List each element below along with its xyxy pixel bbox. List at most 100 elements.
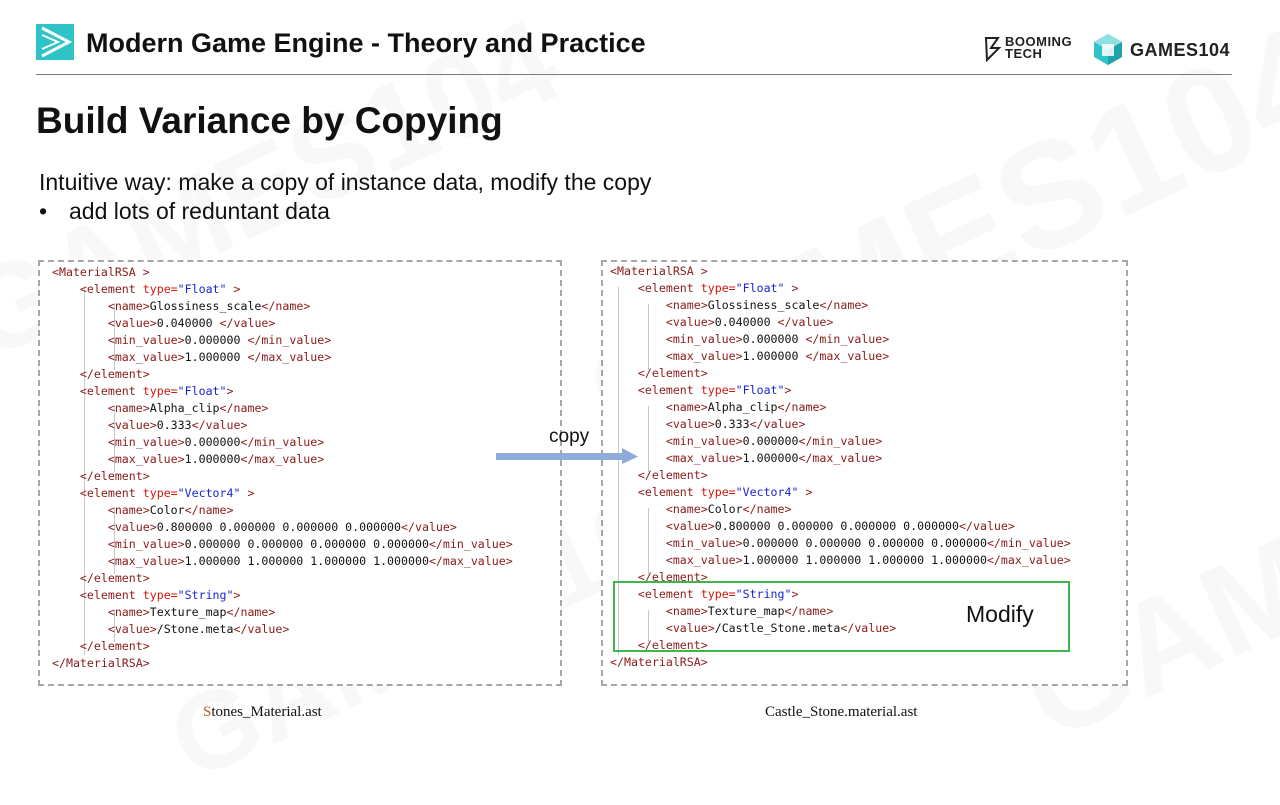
code-token: "Float"	[177, 384, 227, 398]
code-token: Texture_map	[149, 605, 227, 619]
code-token: </min_value>	[240, 435, 325, 449]
code-token: </max_value>	[798, 451, 883, 465]
code-line: </element>	[52, 468, 513, 485]
code-token: </element>	[79, 367, 150, 381]
code-token: Glossiness_scale	[707, 298, 820, 312]
code-line: <min_value>0.000000 </min_value>	[52, 332, 513, 349]
code-token: <MaterialRSA >	[52, 265, 150, 279]
code-line: <max_value>1.000000</max_value>	[52, 451, 513, 468]
code-token: type=	[142, 588, 178, 602]
code-token: >	[784, 383, 792, 397]
bullet-text: add lots of reduntant data	[69, 198, 330, 224]
code-token: <max_value>	[107, 452, 185, 466]
code-token: </value>	[233, 622, 290, 636]
code-token: 0.333	[156, 418, 192, 432]
code-token: </element>	[637, 468, 708, 482]
course-title: Modern Game Engine - Theory and Practice	[86, 28, 646, 58]
code-token: 0.000000 0.000000 0.000000 0.000000	[742, 536, 987, 550]
booming-b-icon	[984, 37, 1002, 62]
code-line: <name>Color</name>	[52, 502, 513, 519]
code-token: <value>	[107, 316, 157, 330]
code-token: </value>	[959, 519, 1015, 533]
code-token: <name>	[107, 503, 150, 517]
code-token: </min_value>	[986, 536, 1071, 550]
code-line: <name>Alpha_clip</name>	[52, 400, 513, 417]
code-token: </max_value>	[428, 554, 513, 568]
code-line: <value>0.800000 0.000000 0.000000 0.0000…	[610, 518, 1071, 535]
code-token: </name>	[219, 401, 269, 415]
code-token: <element	[79, 384, 143, 398]
code-token: </name>	[261, 299, 311, 313]
code-token: </min_value>	[247, 333, 332, 347]
code-token: 0.800000 0.000000 0.000000 0.000000	[156, 520, 402, 534]
code-token: <max_value>	[107, 554, 185, 568]
code-line: </element>	[610, 467, 1071, 484]
code-token: </element>	[79, 571, 150, 585]
code-token: </max_value>	[247, 350, 332, 364]
code-line: <min_value>0.000000</min_value>	[610, 433, 1071, 450]
games104-text: GAMES104	[1130, 40, 1231, 60]
code-token: 1.000000	[742, 451, 799, 465]
code-line: <value>0.040000 </value>	[52, 315, 513, 332]
code-token: >	[226, 384, 234, 398]
modify-label: Modify	[966, 601, 1034, 627]
code-line: <MaterialRSA >	[52, 264, 513, 281]
code-line: </MaterialRSA>	[52, 655, 513, 672]
code-token: 1.000000	[742, 349, 806, 363]
code-token: </name>	[819, 298, 869, 312]
code-token: "Float"	[735, 281, 785, 295]
code-line: <name>Alpha_clip</name>	[610, 399, 1071, 416]
copy-arrow-icon	[496, 448, 638, 464]
code-token: <max_value>	[665, 451, 743, 465]
code-token: <value>	[665, 417, 715, 431]
code-line: <max_value>1.000000 </max_value>	[610, 348, 1071, 365]
code-token: </value>	[191, 418, 248, 432]
games104-cube-icon	[1094, 34, 1122, 65]
games104-logo: GAMES104	[1092, 32, 1237, 68]
code-line: <element type="Float" >	[52, 281, 513, 298]
code-token: <value>	[107, 622, 157, 636]
code-token: >	[233, 588, 241, 602]
code-token: <name>	[107, 299, 150, 313]
code-token: >	[784, 281, 799, 295]
code-token: 0.040000	[714, 315, 778, 329]
code-token: <name>	[665, 298, 708, 312]
code-line: <name>Glossiness_scale</name>	[52, 298, 513, 315]
code-line: <element type="Float">	[52, 383, 513, 400]
code-line: <min_value>0.000000 </min_value>	[610, 331, 1071, 348]
code-token: </value>	[219, 316, 276, 330]
code-token: type=	[700, 383, 736, 397]
code-token: <min_value>	[107, 435, 185, 449]
code-token: </name>	[226, 605, 276, 619]
code-token: <max_value>	[665, 553, 743, 567]
code-line: <element type="String">	[52, 587, 513, 604]
code-line: <name>Texture_map</name>	[52, 604, 513, 621]
code-token: <name>	[665, 400, 708, 414]
code-line: </element>	[52, 638, 513, 655]
code-token: <min_value>	[665, 332, 743, 346]
booming-line2: TECH	[1005, 46, 1043, 61]
code-token: type=	[142, 282, 178, 296]
code-token: <element	[79, 588, 143, 602]
code-line: <value>/Stone.meta</value>	[52, 621, 513, 638]
code-line: <MaterialRSA >	[610, 263, 1071, 280]
code-token: Glossiness_scale	[149, 299, 262, 313]
code-line: <max_value>1.000000</max_value>	[610, 450, 1071, 467]
code-token: <value>	[107, 520, 157, 534]
code-token: "Vector4"	[177, 486, 241, 500]
code-line: <value>0.333</value>	[610, 416, 1071, 433]
code-token: "Vector4"	[735, 485, 799, 499]
code-token: <element	[79, 282, 143, 296]
code-token: type=	[142, 486, 178, 500]
code-token: <name>	[107, 605, 150, 619]
code-line: </MaterialRSA>	[610, 654, 1071, 671]
code-line: </element>	[52, 366, 513, 383]
code-token: </element>	[79, 469, 150, 483]
code-token: >	[226, 282, 241, 296]
code-token: Color	[149, 503, 185, 517]
code-token: 0.000000	[184, 435, 241, 449]
code-line: <max_value>1.000000 1.000000 1.000000 1.…	[52, 553, 513, 570]
code-token: type=	[700, 485, 736, 499]
booming-tech-logo: BOOMING TECH	[983, 34, 1083, 64]
code-line: <max_value>1.000000 </max_value>	[52, 349, 513, 366]
